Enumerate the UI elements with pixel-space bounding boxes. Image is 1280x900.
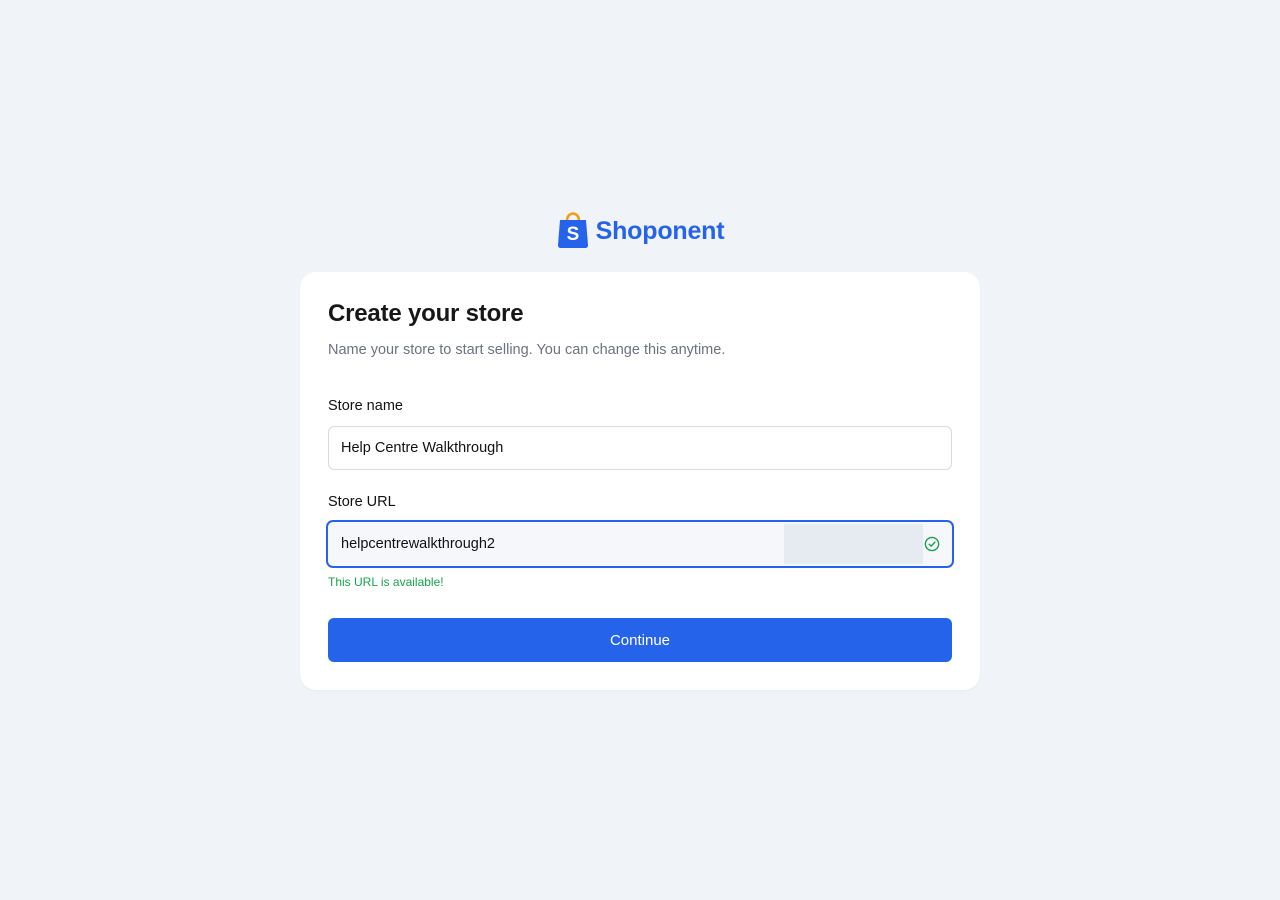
continue-button[interactable]: Continue: [328, 618, 952, 662]
logo-letter: S: [566, 224, 579, 245]
store-url-suffix: [784, 524, 923, 564]
create-store-card: Create your store Name your store to sta…: [300, 272, 980, 690]
page-subtitle: Name your store to start selling. You ca…: [328, 342, 726, 358]
check-circle-icon: [924, 536, 940, 552]
brand-header: S Shoponent: [0, 209, 1280, 249]
shopping-bag-icon: S: [557, 212, 588, 248]
store-url-label: Store URL: [328, 494, 396, 510]
store-url-input[interactable]: [328, 522, 784, 566]
url-availability-message: This URL is available!: [328, 575, 444, 589]
page-title: Create your store: [328, 300, 524, 327]
store-url-field: [326, 520, 954, 568]
brand-name: Shoponent: [595, 216, 725, 245]
store-name-input[interactable]: [328, 426, 952, 470]
store-name-label: Store name: [328, 398, 403, 414]
brand-logo: S Shoponent: [556, 209, 725, 249]
